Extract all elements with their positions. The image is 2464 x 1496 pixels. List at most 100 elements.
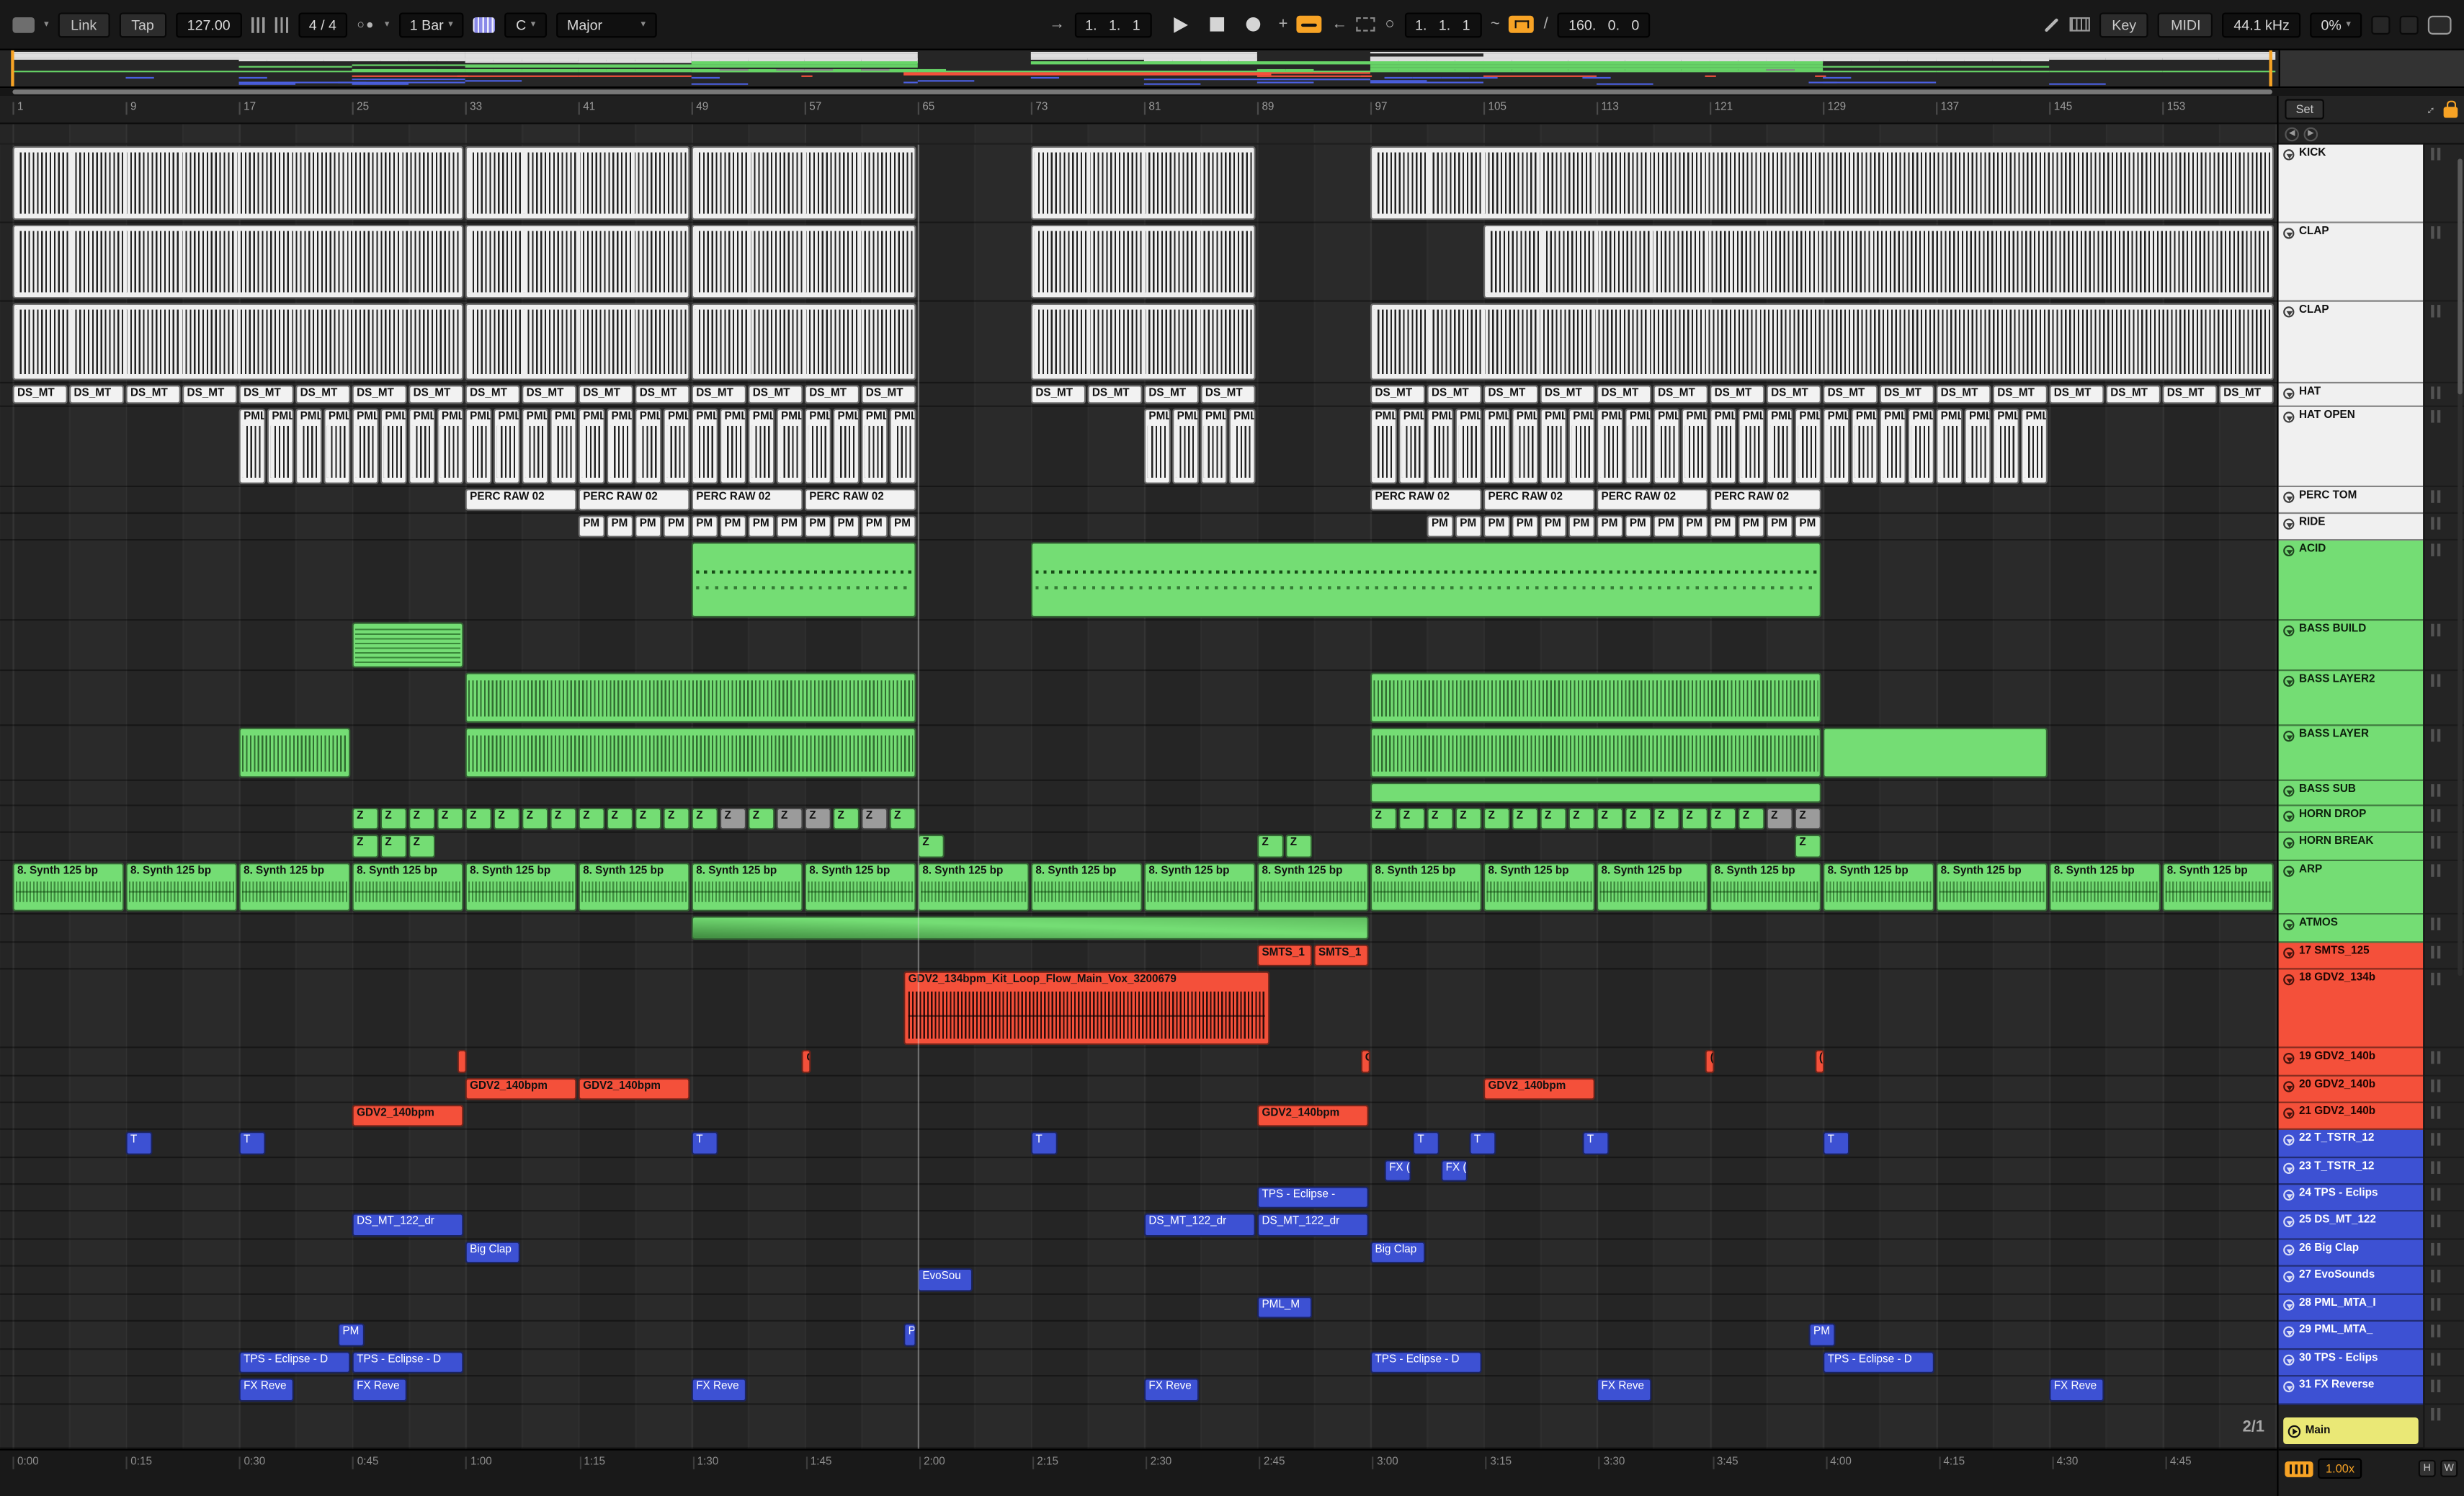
clip[interactable]: Z (1794, 834, 1821, 858)
loop-start-marker[interactable] (11, 50, 14, 86)
clip[interactable]: FX Reve (1597, 1378, 1652, 1402)
chevron-down-icon[interactable] (2283, 1325, 2295, 1337)
arrangement-overview[interactable] (0, 50, 2464, 89)
chevron-down-icon[interactable] (2283, 674, 2295, 686)
clip[interactable]: Z (1512, 807, 1539, 830)
clip[interactable]: SMTS_1 (1256, 944, 1313, 967)
clip[interactable]: PM (1427, 515, 1454, 538)
clip[interactable]: DS_MT (1823, 385, 1878, 404)
clip[interactable] (352, 622, 464, 668)
track-header-17-smts-125[interactable]: 17 SMTS_125 (2278, 943, 2424, 970)
track-lane-main[interactable] (0, 1405, 2277, 1449)
arrangement-area[interactable]: DS_MT DS_MT DS_MT DS_MT DS_MT DS_MT DS_MT DS_MT… (0, 144, 2277, 1449)
clip[interactable]: DS_MT (1710, 385, 1765, 404)
clip[interactable]: Z (1710, 807, 1737, 830)
clip[interactable]: 8. Synth 125 bp (1823, 863, 1934, 912)
loop-length-display[interactable]: 160. 0. 0 (1557, 12, 1651, 37)
track-header-hat[interactable]: HAT (2278, 383, 2424, 407)
clip[interactable]: PM (1625, 515, 1652, 538)
clip[interactable]: PML_M (889, 408, 916, 484)
clip[interactable]: Z (380, 807, 407, 830)
clip[interactable]: Z (493, 807, 520, 830)
clip[interactable]: PML_M (1172, 408, 1200, 484)
clip[interactable] (1483, 224, 2275, 299)
cpu-load-menu[interactable]: 0% ▾ (2310, 12, 2362, 37)
track-header-19-gdv2-140b[interactable]: 19 GDV2_140b (2278, 1048, 2424, 1077)
clip[interactable]: PM (578, 515, 605, 538)
clip[interactable] (1823, 727, 2048, 778)
time-ruler[interactable]: 0:00 0:15 0:30 0:45 1:00 1:15 1:30 1:45 2:00 2:15… (0, 1448, 2277, 1496)
clip[interactable]: 8. Synth 125 bp (352, 863, 464, 912)
stop-icon[interactable] (1209, 17, 1224, 32)
track-header-20-gdv2-140b[interactable]: 20 GDV2_140b (2278, 1076, 2424, 1103)
clip[interactable]: PML_M (2020, 408, 2048, 484)
track-header-28-pml-mta-i[interactable]: 28 PML_MTA_I (2278, 1294, 2424, 1322)
time-signature-display[interactable]: 4 / 4 (298, 12, 348, 37)
clip[interactable]: Z (1256, 834, 1284, 858)
record-icon[interactable] (1245, 17, 1260, 32)
clip[interactable] (238, 727, 351, 778)
clip[interactable] (691, 542, 916, 618)
clip[interactable]: PM (804, 515, 831, 538)
clip[interactable]: PML_M (776, 408, 803, 484)
clip[interactable]: 8. Synth 125 bp (691, 863, 803, 912)
chevron-down-icon[interactable] (2283, 227, 2295, 239)
clip[interactable]: PERC RAW 02 (691, 489, 803, 511)
clip[interactable]: PM (606, 515, 633, 538)
chevron-down-icon[interactable] (2283, 1162, 2295, 1173)
track-lane-23-t-tstr-12[interactable]: FX (FX ( (0, 1158, 2277, 1185)
track-header-26-big-clap[interactable]: 26 Big Clap (2278, 1239, 2424, 1267)
chevron-down-icon[interactable] (2283, 810, 2295, 822)
clip[interactable] (1370, 303, 2275, 380)
track-header-acid[interactable]: ACID (2278, 540, 2424, 621)
clip[interactable]: Z (1398, 807, 1426, 830)
nudge-up-icon[interactable] (274, 16, 289, 32)
clip[interactable]: Z (748, 807, 775, 830)
scale-keys-icon[interactable] (473, 16, 496, 32)
punch-in-icon[interactable]: ~ (1491, 16, 1500, 33)
clip[interactable]: FX Reve (2049, 1378, 2104, 1402)
quantize-menu[interactable]: 1 Bar ▾ (398, 12, 465, 37)
tap-tempo-button[interactable]: Tap (118, 12, 167, 37)
clip[interactable]: DS_MT (804, 385, 860, 404)
clip[interactable]: Z (606, 807, 633, 830)
session-record-icon[interactable]: ○ (1385, 16, 1395, 33)
clip[interactable]: PML_M (578, 408, 605, 484)
track-lane-hat-open[interactable]: PML_M PML_M PML_M PML_M PML_M PML_M PML_M PML_M… (0, 407, 2277, 488)
midi-map-button[interactable]: MIDI (2158, 12, 2214, 37)
track-header-bass-build[interactable]: BASS BUILD (2278, 620, 2424, 672)
chevron-down-icon[interactable] (2283, 148, 2295, 160)
track-header-27-evosounds[interactable]: 27 EvoSounds (2278, 1266, 2424, 1295)
track-lane-atmos[interactable] (0, 914, 2277, 943)
clip[interactable]: 8. Synth 125 bp (578, 863, 690, 912)
clip[interactable]: Z (1285, 834, 1313, 858)
clip[interactable]: Z (1455, 807, 1482, 830)
draw-mode-icon[interactable] (2044, 17, 2059, 32)
track-header-23-t-tstr-12[interactable]: 23 T_TSTR_12 (2278, 1158, 2424, 1185)
chevron-down-icon[interactable] (2283, 1380, 2295, 1392)
clip[interactable]: 8. Synth 125 bp (2049, 863, 2161, 912)
track-lane-25-ds-mt-122[interactable]: DS_MT_122_dr DS_MT_122_dr DS_MT_122_dr (0, 1211, 2277, 1240)
clip[interactable]: PM (889, 515, 916, 538)
clip[interactable]: Z (380, 834, 407, 858)
set-button[interactable]: Set (2285, 99, 2325, 120)
track-header-horn-drop[interactable]: HORN DROP (2278, 806, 2424, 833)
clip[interactable]: PML_M (1851, 408, 1878, 484)
clip[interactable]: TPS - Eclipse - (1256, 1186, 1369, 1208)
clip[interactable]: DS_MT (861, 385, 916, 404)
clip[interactable]: PML_M (465, 408, 492, 484)
clip[interactable]: PML_M (1936, 408, 1963, 484)
clip[interactable]: DS_MT (1483, 385, 1539, 404)
chevron-down-icon[interactable] (2283, 491, 2295, 502)
track-header-hat-open[interactable]: HAT OPEN (2278, 406, 2424, 488)
chevron-down-icon[interactable] (2283, 1215, 2295, 1227)
track-header-clap[interactable]: CLAP (2278, 301, 2424, 384)
track-header-24-tps-eclips[interactable]: 24 TPS - Eclips (2278, 1185, 2424, 1212)
clip[interactable]: PML_M (832, 408, 860, 484)
clip[interactable]: 8. Synth 125 bp (1030, 863, 1143, 912)
track-lane-acid[interactable] (0, 540, 2277, 621)
track-lane-30-tps-eclips[interactable]: TPS - Eclipse - D TPS - Eclipse - D TPS - … (0, 1350, 2277, 1377)
clip[interactable] (1030, 146, 1256, 221)
clip[interactable] (12, 303, 464, 380)
clip[interactable]: PM (1681, 515, 1708, 538)
